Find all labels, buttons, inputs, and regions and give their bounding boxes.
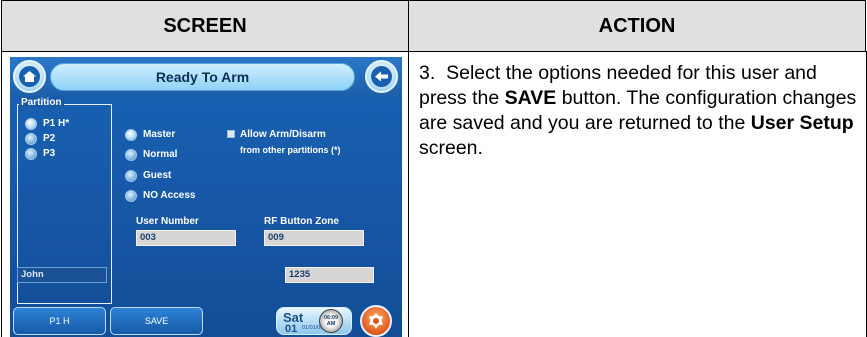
partition-radio-p3[interactable] xyxy=(25,148,37,160)
user-type-radio-normal[interactable] xyxy=(125,149,137,161)
partition-radio-p1[interactable] xyxy=(25,118,37,130)
clock-icon: 06:09 AM xyxy=(319,309,343,333)
user-type-radio-guest[interactable] xyxy=(125,170,137,182)
back-button[interactable] xyxy=(365,60,398,93)
allow-arm-label-2: from other partitions (*) xyxy=(240,145,341,155)
user-type-radio-master[interactable] xyxy=(125,129,137,141)
header-screen: SCREEN xyxy=(1,0,409,52)
rf-zone-label: RF Button Zone xyxy=(264,216,339,227)
keypad-screen: Ready To Arm Partition P1 H* P2 P3 Maste… xyxy=(10,57,402,337)
partition-radio-p2[interactable] xyxy=(25,133,37,145)
partition-label-p2: P2 xyxy=(43,133,56,144)
screen-title: Ready To Arm xyxy=(50,63,355,91)
user-name-field[interactable]: John xyxy=(17,267,107,283)
user-type-radio-no-access[interactable] xyxy=(125,190,137,202)
action-text-3: screen. xyxy=(419,137,483,159)
emergency-icon xyxy=(369,313,383,329)
save-keyword: SAVE xyxy=(504,87,557,109)
rf-zone-field[interactable]: 009 xyxy=(264,230,364,246)
date-time-display[interactable]: Sat 01 01/01/00 06:09 AM xyxy=(276,307,352,335)
home-button[interactable] xyxy=(13,60,46,93)
instruction-table: SCREEN ACTION 3. Select the options need… xyxy=(0,0,867,337)
user-type-label-no-access: NO Access xyxy=(143,190,196,201)
partition-label-p3: P3 xyxy=(43,148,56,159)
user-number-field[interactable]: 003 xyxy=(136,230,236,246)
clock-ampm: AM xyxy=(326,321,336,327)
allow-arm-checkbox[interactable] xyxy=(227,130,235,138)
partition-label-p1: P1 H* xyxy=(43,118,70,129)
partition-button[interactable]: P1 H xyxy=(13,307,106,335)
emergency-button[interactable] xyxy=(360,305,392,337)
user-setup-keyword: User Setup xyxy=(750,112,854,134)
home-icon xyxy=(19,66,40,87)
user-type-label-master: Master xyxy=(143,129,176,140)
save-button[interactable]: SAVE xyxy=(110,307,203,335)
allow-arm-label-1: Allow Arm/Disarm xyxy=(240,129,326,140)
back-arrow-icon xyxy=(371,66,392,87)
user-code-field[interactable]: 1235 xyxy=(285,267,374,283)
step-number: 3. xyxy=(419,62,436,84)
header-action: ACTION xyxy=(408,0,866,52)
action-instruction: 3. Select the options needed for this us… xyxy=(419,61,859,161)
date-number: 01 xyxy=(285,323,298,335)
user-type-label-guest: Guest xyxy=(143,170,172,181)
partition-label: Partition xyxy=(19,97,64,108)
user-type-label-normal: Normal xyxy=(143,149,178,160)
user-number-label: User Number xyxy=(136,216,199,227)
